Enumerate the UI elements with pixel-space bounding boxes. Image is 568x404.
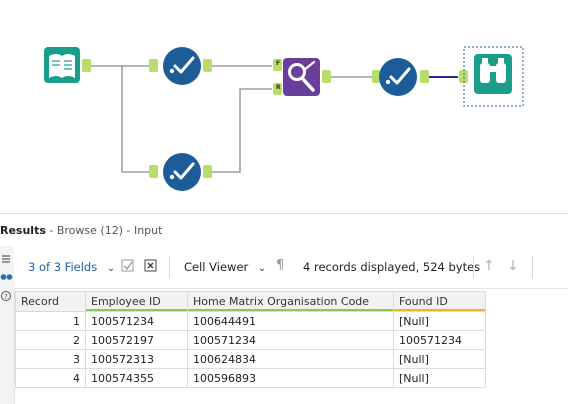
- results-title: Results - Browse (12) - Input: [0, 224, 162, 237]
- table-header-row: Record Employee ID Home Matrix Organisat…: [15, 291, 486, 312]
- table-row[interactable]: 4 100574355 100596893 [Null]: [15, 368, 486, 388]
- results-label: Results: [0, 224, 46, 237]
- cell-record[interactable]: 2: [15, 330, 86, 350]
- select-tool-bottom[interactable]: [149, 153, 212, 191]
- results-side-strip: ?: [0, 246, 15, 404]
- input-data-tool[interactable]: [44, 47, 80, 83]
- chevron-down-icon: ⌄: [106, 263, 116, 274]
- select-tool-right[interactable]: [372, 58, 429, 96]
- output-anchor[interactable]: [82, 59, 91, 72]
- column-header-found-id[interactable]: Found ID: [393, 291, 486, 312]
- cell-found-id[interactable]: [Null]: [393, 368, 486, 388]
- column-header-employee-id[interactable]: Employee ID: [85, 291, 188, 312]
- anchor-f-label: F: [276, 60, 281, 67]
- toolbar-divider: [473, 256, 474, 278]
- fields-dropdown-label: 3 of 3 Fields: [28, 260, 98, 274]
- table-row[interactable]: 1 100571234 100644491 [Null]: [15, 311, 486, 331]
- results-toolbar: 3 of 3 Fields ⌄ Cell Viewer ⌄ ¶ 4 record…: [14, 246, 568, 289]
- find-replace-tool[interactable]: [273, 58, 331, 96]
- select-tool-top[interactable]: [149, 47, 212, 85]
- cell-record[interactable]: 1: [15, 311, 86, 331]
- cell-employee-id[interactable]: 100574355: [85, 368, 188, 388]
- cell-employee-id[interactable]: 100571234: [85, 311, 188, 331]
- cell-home-code[interactable]: 100571234: [187, 330, 394, 350]
- cell-viewer-label: Cell Viewer: [184, 260, 249, 274]
- check-all-icon[interactable]: [121, 259, 135, 276]
- cell-employee-id[interactable]: 100572313: [85, 349, 188, 369]
- pilcrow-icon[interactable]: ¶: [276, 258, 284, 273]
- column-header-home-code[interactable]: Home Matrix Organisation Code: [187, 291, 394, 312]
- toolbar-divider: [532, 256, 533, 278]
- chevron-down-icon: ⌄: [257, 263, 267, 274]
- help-icon[interactable]: ?: [1, 291, 11, 302]
- cell-employee-id[interactable]: 100572197: [85, 330, 188, 350]
- cell-record[interactable]: 4: [15, 368, 86, 388]
- results-panel-header: Results - Browse (12) - Input: [0, 213, 568, 247]
- workflow-canvas[interactable]: F R: [0, 0, 568, 212]
- arrow-down-icon[interactable]: ↓: [507, 258, 519, 274]
- cell-found-id[interactable]: [Null]: [393, 349, 486, 369]
- binoculars-icon[interactable]: [0, 274, 13, 280]
- cell-found-id[interactable]: 100571234: [393, 330, 486, 350]
- fields-dropdown[interactable]: 3 of 3 Fields ⌄: [28, 260, 115, 274]
- toolbar-divider: [169, 256, 170, 278]
- menu-icon[interactable]: [2, 255, 10, 263]
- results-table: Record Employee ID Home Matrix Organisat…: [15, 291, 486, 388]
- cell-found-id[interactable]: [Null]: [393, 311, 486, 331]
- uncheck-all-icon[interactable]: [144, 259, 158, 276]
- column-header-record[interactable]: Record: [15, 291, 86, 312]
- table-row[interactable]: 2 100572197 100571234 100571234: [15, 330, 486, 350]
- cell-record[interactable]: 3: [15, 349, 86, 369]
- browse-tool[interactable]: [459, 46, 524, 107]
- anchor-r-label: R: [276, 84, 281, 91]
- table-row[interactable]: 3 100572313 100624834 [Null]: [15, 349, 486, 369]
- svg-text:?: ?: [4, 293, 8, 301]
- arrow-up-icon[interactable]: ↑: [483, 258, 495, 274]
- cell-viewer-dropdown[interactable]: Cell Viewer ⌄: [184, 260, 266, 274]
- cell-home-code[interactable]: 100596893: [187, 368, 394, 388]
- connection-lines: [44, 46, 524, 191]
- cell-home-code[interactable]: 100624834: [187, 349, 394, 369]
- results-subtitle: - Browse (12) - Input: [45, 224, 163, 237]
- records-info: 4 records displayed, 524 bytes: [303, 260, 481, 274]
- cell-home-code[interactable]: 100644491: [187, 311, 394, 331]
